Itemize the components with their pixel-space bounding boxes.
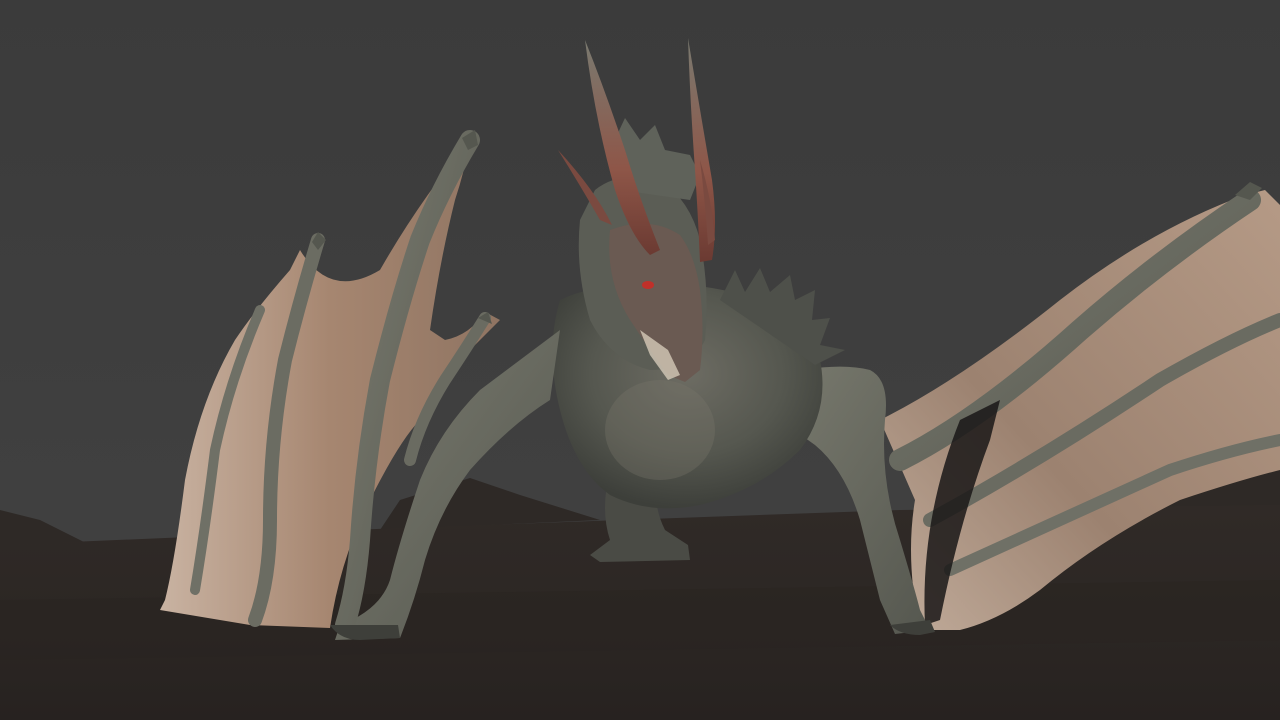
dragon-chest-highlight <box>605 380 715 480</box>
dragon-render-scene <box>0 0 1280 720</box>
dragon-eye <box>642 281 654 289</box>
render-viewport <box>0 0 1280 720</box>
